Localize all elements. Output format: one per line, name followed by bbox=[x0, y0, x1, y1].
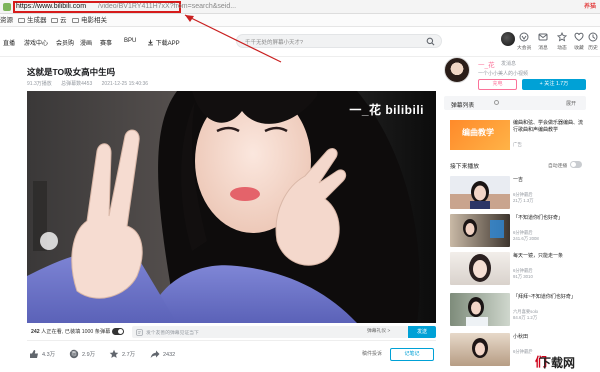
uploader-description: 一个小小美人的小视频 bbox=[478, 71, 529, 77]
ad-text: 编曲和弦、学会做乐器编曲、流行歌曲和声编曲教学 bbox=[513, 120, 584, 133]
report-button[interactable]: 稿件投诉 bbox=[362, 350, 382, 357]
nav-item-match[interactable]: 赛事 bbox=[100, 38, 112, 47]
uploader-avatar[interactable] bbox=[444, 57, 470, 83]
video-watermark: 一_花 bilibili bbox=[349, 103, 424, 117]
nav-item-download-app[interactable]: 下载APP bbox=[147, 38, 180, 47]
video-thumbnail bbox=[450, 214, 510, 247]
video-thumbnail bbox=[450, 176, 510, 209]
video-meta: 91.3万播放 总弹幕数4453 2021-12-25 15:40:36 bbox=[27, 80, 156, 87]
danmaku-list-expand[interactable]: 展开 bbox=[566, 100, 576, 107]
danmaku-toggle[interactable] bbox=[112, 328, 124, 335]
nav-item-bpu[interactable]: BPU bbox=[124, 38, 136, 44]
video-thumbnail bbox=[450, 333, 510, 366]
favorite-icon bbox=[574, 32, 584, 42]
history-icon bbox=[588, 32, 598, 42]
search-icon[interactable] bbox=[426, 37, 435, 46]
folder-icon bbox=[18, 18, 25, 23]
coin-icon: 币 bbox=[69, 349, 79, 359]
danmaku-list-header[interactable]: 弹幕列表 展开 bbox=[444, 96, 586, 110]
message-button[interactable]: 消息 bbox=[536, 32, 550, 51]
send-danmaku-button[interactable]: 发送 bbox=[408, 326, 436, 338]
big-member-icon bbox=[519, 32, 529, 42]
big-member-button[interactable]: 大会员 bbox=[517, 32, 531, 51]
nav-item-game-center[interactable]: 游戏中心 bbox=[24, 38, 48, 47]
recommendation-item[interactable]: 「不知道你们也好奇」 6分钟最后 241.6万 2008 bbox=[450, 214, 586, 248]
viewer-count: 242 人正在看, 已装填 1000 条弹幕 bbox=[31, 329, 111, 335]
favorite-button[interactable]: 收藏 bbox=[572, 32, 586, 51]
danmaku-list-label: 弹幕列表 bbox=[451, 103, 475, 109]
video-thumbnail bbox=[450, 293, 510, 326]
video-thumbnail bbox=[450, 252, 510, 285]
folder-icon bbox=[51, 18, 58, 23]
history-button[interactable]: 历史 bbox=[586, 32, 600, 51]
nav-item-manga[interactable]: 漫画 bbox=[80, 38, 92, 47]
autoplay-toggle[interactable] bbox=[570, 161, 582, 168]
share-icon bbox=[150, 350, 160, 358]
publish-time: 2021-12-25 15:40:36 bbox=[101, 81, 149, 87]
ad-card[interactable]: 编曲教学 编曲和弦、学会做乐器编曲、流行歌曲和声编曲教学 广告 bbox=[450, 117, 586, 153]
extension-label[interactable]: 养猫 bbox=[584, 2, 596, 12]
site-header: 直播 游戏中心 会员购 漫画 赛事 BPU 下载APP 千千无处的屏幕小天才? … bbox=[0, 27, 600, 57]
follow-button[interactable]: + 关注 1.7万 bbox=[522, 79, 586, 90]
view-count: 91.3万播放 bbox=[27, 81, 52, 87]
star-icon bbox=[109, 349, 119, 358]
video-frame bbox=[27, 91, 436, 323]
video-title: 这就是TO吸女高中生吗 bbox=[27, 67, 116, 77]
collect-button[interactable]: 2.7万 bbox=[109, 349, 135, 359]
site-watermark-logo: 们下载网 bbox=[531, 352, 597, 370]
ad-thumbnail: 编曲教学 bbox=[450, 120, 510, 150]
danmaku-bar: 242 人正在看, 已装填 1000 条弹幕 发个友善的弹幕见证当下 弹幕礼仪 … bbox=[27, 323, 436, 341]
danmaku-etiquette-link[interactable]: 弹幕礼仪 > bbox=[367, 327, 390, 334]
dynamic-icon bbox=[557, 32, 567, 42]
url-path[interactable]: /video/BV1RY411H7xX?from=search&seid... bbox=[98, 2, 236, 12]
danmaku-count: 总弹幕数4453 bbox=[61, 81, 93, 87]
bookmark-item[interactable]: 资源 bbox=[0, 16, 13, 25]
like-icon bbox=[30, 350, 38, 358]
ad-tag: 广告 bbox=[513, 142, 522, 147]
settings-icon[interactable] bbox=[494, 100, 499, 105]
recommendation-item[interactable]: 每天一镜，只能走一条 6分钟最后 91万 3010 bbox=[450, 252, 586, 286]
message-icon bbox=[538, 33, 548, 41]
nav-item-mall[interactable]: 会员购 bbox=[56, 38, 74, 47]
bookmark-item[interactable]: 电影相关 bbox=[72, 16, 107, 25]
share-button[interactable]: 2432 bbox=[150, 349, 175, 359]
svg-text:币: 币 bbox=[71, 351, 77, 358]
lock-icon bbox=[3, 3, 11, 11]
download-icon bbox=[148, 39, 153, 46]
url-host[interactable]: https://www.bilibili.com bbox=[16, 2, 86, 12]
dynamic-button[interactable]: 动态 bbox=[555, 32, 569, 51]
folder-icon bbox=[72, 18, 79, 23]
like-button[interactable]: 4.3万 bbox=[29, 349, 55, 359]
bookmark-item[interactable]: 生成器 bbox=[18, 16, 47, 25]
user-avatar[interactable] bbox=[501, 32, 515, 46]
charge-button[interactable]: 充电 bbox=[478, 79, 517, 90]
recommendation-item[interactable]: 一吉 6分钟最后 21万 1.3万 bbox=[450, 176, 586, 210]
video-player[interactable]: 一_花 bilibili bbox=[27, 91, 436, 323]
recommendation-item[interactable]: 「拜拜~不知道你们也好奇」 六月喜要solo 84.6万 1.2万 bbox=[450, 293, 586, 327]
search-placeholder: 千千无处的屏幕小天才? bbox=[245, 40, 304, 46]
autoplay-label: 自动连播 bbox=[548, 164, 568, 169]
danmaku-placeholder: 发个友善的弹幕见证当下 bbox=[146, 331, 199, 336]
bookmarks-bar: 资源 生成器 云 电影相关 bbox=[0, 14, 600, 27]
nav-item-live[interactable]: 直播 bbox=[3, 38, 15, 47]
take-notes-button[interactable]: 记笔记 bbox=[390, 348, 434, 361]
danmaku-style-icon[interactable] bbox=[136, 328, 143, 336]
search-input[interactable]: 千千无处的屏幕小天才? bbox=[236, 34, 442, 48]
address-bar[interactable]: https://www.bilibili.com /video/BV1RY411… bbox=[0, 0, 600, 14]
bookmark-item[interactable]: 云 bbox=[51, 16, 67, 25]
video-actions: 4.3万 币 2.9万 2.7万 2432 稿件投诉 记笔记 bbox=[27, 347, 436, 363]
uploader-name[interactable]: 一_花 bbox=[478, 59, 495, 69]
coin-button[interactable]: 币 2.9万 bbox=[69, 349, 95, 359]
up-next-label: 接下来播放 bbox=[450, 164, 479, 170]
send-message-link[interactable]: 发消息 bbox=[501, 60, 516, 67]
